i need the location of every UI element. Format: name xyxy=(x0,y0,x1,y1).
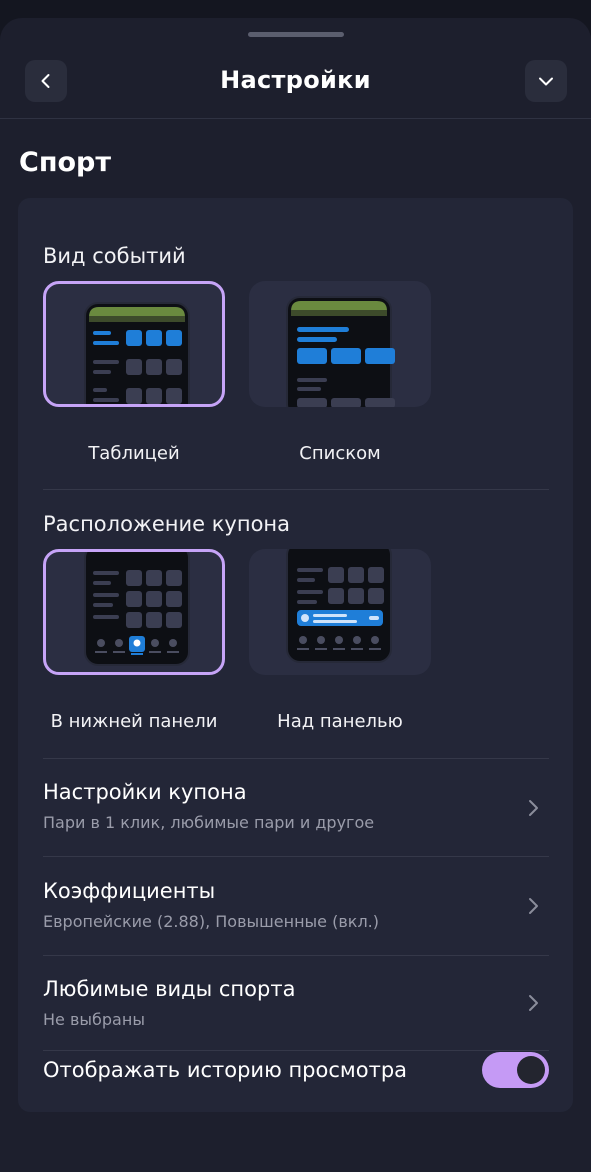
chevron-right-icon xyxy=(529,898,538,914)
option-list-view[interactable] xyxy=(249,281,431,407)
option-bottom-panel[interactable] xyxy=(43,549,225,675)
option-table-view-label: Таблицей xyxy=(88,443,180,464)
table-view-preview-icon xyxy=(84,302,190,404)
divider xyxy=(43,489,549,490)
option-bottom-panel-label: В нижней панели xyxy=(50,711,218,732)
collapse-button[interactable] xyxy=(525,60,567,102)
row-odds-subtitle: Европейские (2.88), Повышенные (вкл.) xyxy=(43,912,379,931)
option-list-view-label: Списком xyxy=(299,443,381,464)
events-view-title: Вид событий xyxy=(43,244,186,268)
header-divider xyxy=(0,118,591,119)
history-toggle[interactable] xyxy=(482,1052,549,1088)
row-favorite-sports-title: Любимые виды спорта xyxy=(43,977,296,1001)
row-coupon-settings-subtitle: Пари в 1 клик, любимые пари и другое xyxy=(43,813,375,832)
page-title: Настройки xyxy=(220,66,371,94)
row-favorite-sports-subtitle: Не выбраны xyxy=(43,1010,145,1029)
divider xyxy=(43,856,549,857)
history-toggle-label: Отображать историю просмотра xyxy=(43,1058,408,1082)
row-odds-title: Коэффициенты xyxy=(43,879,216,903)
option-above-panel-label: Над панелью xyxy=(277,711,403,732)
settings-sheet: Настройки Спорт Вид событий Таблицей Спи… xyxy=(0,18,591,1172)
divider xyxy=(43,1050,549,1051)
toggle-knob xyxy=(517,1056,545,1084)
chevron-right-icon xyxy=(529,800,538,816)
chevron-right-icon xyxy=(529,995,538,1011)
settings-card: Вид событий Таблицей Списком Расположени… xyxy=(18,198,573,1112)
coupon-position-title: Расположение купона xyxy=(43,512,291,536)
row-coupon-settings-title: Настройки купона xyxy=(43,780,247,804)
chevron-down-icon xyxy=(539,77,553,86)
divider xyxy=(43,758,549,759)
drag-handle[interactable] xyxy=(248,32,344,37)
divider xyxy=(43,955,549,956)
bottom-panel-preview-icon xyxy=(84,552,190,666)
list-view-preview-icon xyxy=(286,296,395,407)
section-title: Спорт xyxy=(19,147,111,178)
row-favorite-sports[interactable]: Любимые виды спорта Не выбраны xyxy=(18,974,573,1066)
option-above-panel[interactable] xyxy=(249,549,431,675)
option-table-view[interactable] xyxy=(43,281,225,407)
above-panel-preview-icon xyxy=(286,549,392,663)
